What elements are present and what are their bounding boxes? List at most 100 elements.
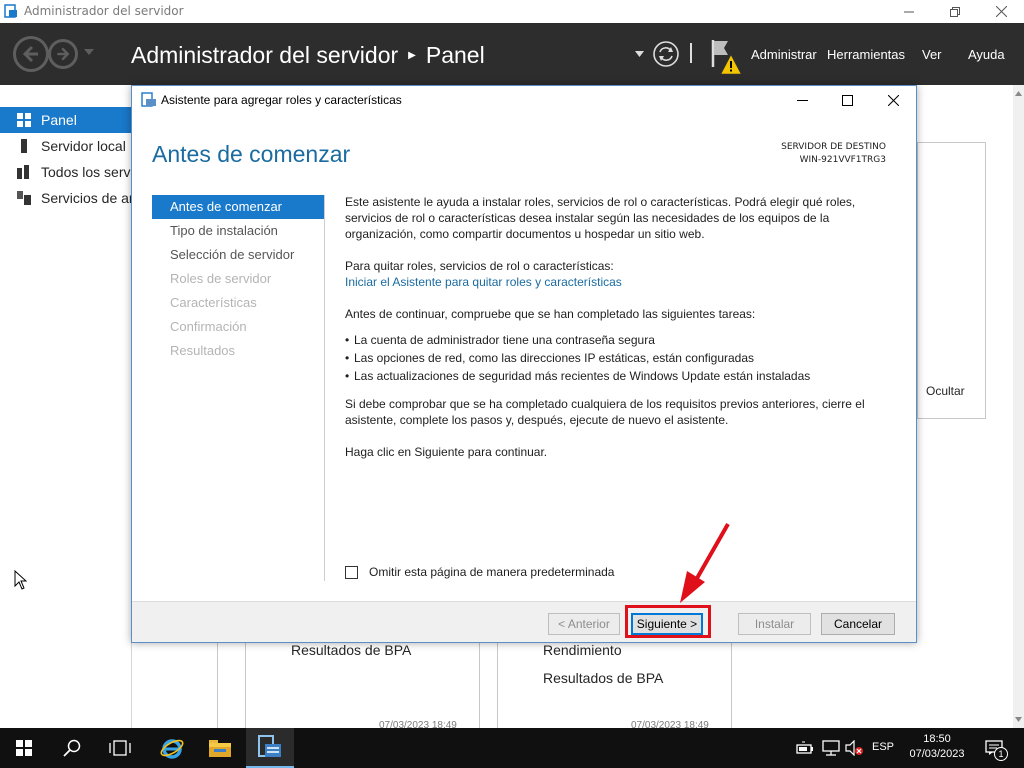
- remove-label: Para quitar roles, servicios de rol o ca…: [345, 259, 614, 273]
- skip-page-label: Omitir esta página de manera predetermin…: [369, 565, 615, 579]
- language-indicator[interactable]: ESP: [869, 740, 897, 755]
- step-resultados: Resultados: [170, 343, 236, 358]
- forward-arrow-icon: [57, 47, 70, 61]
- sidebar-item-servicios-de-archivos[interactable]: Servicios de archivos y de almacenamient…: [0, 185, 132, 211]
- step-seleccion-de-servidor[interactable]: Selección de servidor: [152, 243, 324, 267]
- sidebar-item-label: Todos los servidores: [41, 164, 132, 180]
- restore-icon: [950, 6, 960, 17]
- step-tipo-de-instalacion[interactable]: Tipo de instalación: [152, 219, 324, 243]
- list-item: La cuenta de administrador tiene una con…: [345, 332, 895, 348]
- intro-text: Este asistente le ayuda a instalar roles…: [345, 195, 856, 241]
- close-button[interactable]: [978, 0, 1024, 23]
- history-dropdown-icon[interactable]: [84, 49, 94, 55]
- step-roles-de-servidor: Roles de servidor: [170, 271, 272, 286]
- cancel-button[interactable]: Cancelar: [821, 613, 895, 635]
- dialog-minimize-button[interactable]: [779, 86, 825, 114]
- file-explorer-button[interactable]: [196, 728, 244, 768]
- scroll-down-icon[interactable]: [1015, 717, 1022, 722]
- dialog-close-button[interactable]: [870, 86, 916, 114]
- role-tile-right: Rendimiento Resultados de BPA 07/03/2023…: [497, 636, 732, 736]
- back-arrow-icon: [22, 45, 38, 63]
- vertical-scrollbar[interactable]: [1013, 85, 1024, 728]
- minimize-icon: [796, 99, 808, 101]
- power-icon[interactable]: [796, 740, 814, 756]
- destination-label: SERVIDOR DE DESTINO: [781, 142, 886, 152]
- folder-icon: [209, 740, 231, 757]
- breadcrumb-page[interactable]: Panel: [426, 42, 485, 69]
- notifications-flag-icon[interactable]: [708, 37, 744, 77]
- previous-button[interactable]: < Anterior: [548, 613, 620, 635]
- clock[interactable]: 18:50 07/03/2023: [902, 732, 972, 762]
- action-center-button[interactable]: 1: [978, 728, 1024, 768]
- breadcrumb: Administrador del servidor ▶ Panel: [131, 42, 485, 69]
- start-button[interactable]: [0, 728, 48, 768]
- prereq-list: La cuenta de administrador tiene una con…: [345, 332, 895, 384]
- dropdown-arrow-icon[interactable]: [635, 51, 644, 57]
- dialog-maximize-button[interactable]: [824, 86, 870, 114]
- back-button[interactable]: [13, 36, 49, 72]
- skip-page-checkbox[interactable]: [345, 565, 358, 579]
- content-divider: [217, 643, 218, 728]
- task-view-icon: [109, 740, 131, 756]
- dialog-footer: < Anterior Siguiente > Instalar Cancelar: [132, 601, 916, 642]
- menu-ver[interactable]: Ver: [922, 47, 942, 62]
- task-view-button[interactable]: [96, 728, 144, 768]
- storage-icon: [17, 191, 31, 205]
- server-manager-icon: [258, 735, 281, 757]
- network-icon[interactable]: [822, 740, 840, 756]
- sidebar-item-panel[interactable]: Panel: [0, 107, 132, 133]
- menu-administrar[interactable]: Administrar: [751, 47, 817, 62]
- server-manager-icon: [4, 4, 17, 18]
- next-button-highlight: [625, 605, 711, 638]
- header-bar: Administrador del servidor ▶ Panel Admin…: [0, 23, 1024, 85]
- forward-button[interactable]: [48, 39, 78, 69]
- tile-row[interactable]: Resultados de BPA: [543, 670, 663, 686]
- dialog-titlebar: Asistente para agregar roles y caracterí…: [132, 86, 916, 114]
- before-continue-text: Antes de continuar, compruebe que se han…: [345, 307, 756, 321]
- tile-row[interactable]: Resultados de BPA: [291, 642, 411, 658]
- header-divider: [690, 43, 692, 63]
- restore-button[interactable]: [932, 0, 978, 23]
- refresh-icon[interactable]: [652, 40, 680, 68]
- server-manager-taskbar-button[interactable]: [246, 728, 294, 768]
- skip-page-option[interactable]: Omitir esta página de manera predetermin…: [345, 565, 614, 579]
- scroll-up-icon[interactable]: [1015, 91, 1022, 96]
- internet-explorer-icon: [160, 739, 184, 759]
- tile-row[interactable]: Rendimiento: [543, 642, 622, 658]
- steps-divider: [324, 195, 325, 581]
- sidebar-item-label: Servidor local: [41, 138, 126, 154]
- wizard-body: Este asistente le ayuda a instalar roles…: [345, 194, 895, 476]
- remove-roles-link[interactable]: Iniciar el Asistente para quitar roles y…: [345, 275, 622, 289]
- sidebar-item-todos-los-servidores[interactable]: Todos los servidores: [0, 159, 132, 185]
- sidebar-item-servidor-local[interactable]: Servidor local: [0, 133, 132, 159]
- menu-ayuda[interactable]: Ayuda: [968, 47, 1005, 62]
- menu-herramientas[interactable]: Herramientas: [827, 47, 905, 62]
- breadcrumb-separator-icon: ▶: [408, 50, 416, 61]
- close-icon: [995, 6, 1007, 17]
- notification-count-badge: 1: [994, 747, 1008, 761]
- role-tile-left: Resultados de BPA 07/03/2023 18:49: [245, 636, 480, 736]
- destination-server-name: WIN-921VVF1TRG3: [799, 155, 886, 165]
- clock-date: 07/03/2023: [909, 748, 965, 760]
- install-button[interactable]: Instalar: [738, 613, 811, 635]
- step-confirmacion: Confirmación: [170, 319, 247, 334]
- search-button[interactable]: [48, 728, 96, 768]
- page-title: Antes de comenzar: [152, 141, 351, 167]
- list-item: Las actualizaciones de seguridad más rec…: [345, 368, 895, 384]
- server-icon: [21, 139, 27, 153]
- sidebar-item-label: Servicios de archivos y de almacenamient…: [41, 190, 132, 206]
- step-antes-de-comenzar[interactable]: Antes de comenzar: [152, 195, 324, 219]
- destination-server: SERVIDOR DE DESTINO WIN-921VVF1TRG3: [781, 141, 886, 167]
- dialog-title: Asistente para agregar roles y caracterí…: [161, 93, 402, 107]
- hide-link[interactable]: Ocultar: [926, 384, 965, 398]
- mouse-pointer-icon: [14, 570, 27, 590]
- search-icon: [63, 739, 81, 757]
- volume-muted-icon[interactable]: [845, 740, 863, 756]
- list-item: Las opciones de red, como las direccione…: [345, 350, 895, 366]
- breadcrumb-app[interactable]: Administrador del servidor: [131, 42, 398, 69]
- minimize-button[interactable]: [886, 0, 932, 23]
- wizard-steps: Antes de comenzar Tipo de instalación Se…: [152, 195, 324, 363]
- internet-explorer-button[interactable]: [148, 728, 196, 768]
- servers-icon: [17, 165, 29, 179]
- prereq-note: Si debe comprobar que se ha completado c…: [345, 397, 865, 427]
